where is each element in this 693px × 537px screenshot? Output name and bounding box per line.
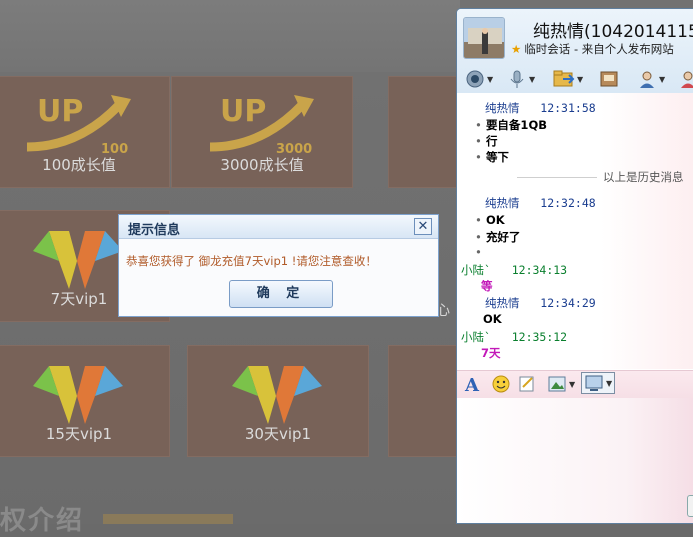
- card-3000-growth[interactable]: UP 3000 3000成长值: [171, 76, 353, 188]
- message-line: • 等下: [475, 150, 509, 164]
- font-button[interactable]: A: [463, 373, 483, 395]
- note-icon: [519, 376, 534, 392]
- message-time: 12:34:13: [511, 263, 568, 277]
- microphone-icon: [510, 70, 524, 88]
- message-text: 7天: [481, 346, 501, 360]
- video-call-button[interactable]: ▼: [465, 68, 493, 90]
- dialog-title: 提示信息: [128, 223, 181, 238]
- message-header: 纯热情 12:34:29: [485, 295, 596, 311]
- message-sender: 纯热情: [485, 196, 520, 210]
- message-header: 纯热情 12:31:58: [485, 100, 596, 116]
- message-header: 小陆` 12:34:13: [461, 262, 567, 278]
- card-art-text: UP: [37, 94, 83, 129]
- vip-diamond-icon: [232, 366, 322, 424]
- message-line: • 要自备1QB: [475, 118, 547, 132]
- svg-text:A: A: [464, 375, 480, 394]
- screen-capture-icon: [585, 375, 603, 391]
- alert-dialog: 提示信息 ✕ 恭喜您获得了 御龙充值7天vip1 !请您注意查收！ 确 定: [118, 214, 439, 317]
- message-text: 充好了: [485, 230, 521, 244]
- message-line: • 行: [475, 134, 498, 148]
- person-icon: [681, 71, 693, 88]
- send-file-button[interactable]: ▼: [553, 68, 583, 90]
- message-line: • OK: [475, 213, 505, 227]
- up-arrow-icon: UP 3000: [209, 94, 314, 157]
- message-text: 要自备1QB: [485, 118, 547, 132]
- card-30day-vip1[interactable]: 30天vip1: [187, 345, 369, 457]
- chat-window: 纯热情(1042014115 ★ 临时会话 - 来自个人发布网站 ▼ ▼ ▼ ▼…: [456, 8, 693, 524]
- card-15day-vip1[interactable]: 15天vip1: [0, 345, 170, 457]
- chevron-down-icon: ▼: [487, 74, 494, 84]
- contact-info-button[interactable]: ▼: [637, 68, 665, 90]
- window-icon: [600, 71, 618, 87]
- card-label: 30天vip1: [244, 425, 312, 443]
- up-arrow-icon: UP 100: [26, 94, 131, 157]
- chevron-down-icon: ▼: [529, 74, 536, 84]
- message-time: 12:35:12: [511, 330, 568, 344]
- dialog-message: 恭喜您获得了 御龙充值7天vip1 !请您注意查收！: [126, 254, 377, 268]
- app-button[interactable]: [599, 68, 619, 90]
- message-text: OK: [485, 213, 505, 227]
- chevron-down-icon: ▼: [569, 379, 576, 389]
- message-text: OK: [483, 312, 502, 326]
- message-text: 行: [485, 134, 498, 148]
- message-time: 12:31:58: [540, 101, 596, 115]
- contact-name: 纯热情(1042014115: [533, 22, 693, 42]
- history-divider: [517, 177, 597, 178]
- screenshot-button[interactable]: ▼: [581, 372, 616, 394]
- chat-toolbar: ▼ ▼ ▼ ▼: [457, 67, 693, 93]
- message-time: 12:34:29: [540, 296, 596, 310]
- message-text: 等: [481, 279, 493, 293]
- chat-subtitle-text: 临时会话 - 来自个人发布网站: [524, 42, 674, 56]
- card-100-growth[interactable]: UP 100 100成长值: [0, 76, 170, 188]
- message-header: 纯热情 12:32:48: [485, 195, 596, 211]
- star-icon: ★: [511, 42, 522, 56]
- background-topbar: [0, 0, 460, 72]
- chevron-down-icon: ▼: [606, 378, 613, 388]
- dialog-header: 提示信息 ✕: [119, 215, 438, 239]
- message-line: 等: [481, 278, 493, 294]
- chat-log[interactable]: 纯热情 12:31:58 • 要自备1QB • 行 • 等下 以上是历史消息 纯热情 …: [457, 93, 693, 369]
- image-button[interactable]: ▼: [547, 373, 575, 395]
- ok-button[interactable]: 确 定: [229, 280, 333, 308]
- chevron-down-icon: ▼: [577, 74, 584, 84]
- avatar-image: [464, 18, 504, 58]
- camera-icon: [466, 70, 484, 88]
- message-input[interactable]: [457, 398, 693, 523]
- message-sender: 小陆`: [461, 263, 491, 277]
- message-sender: 纯热情: [485, 296, 520, 310]
- background-footer-title: 权介绍: [0, 506, 85, 536]
- card-art-text: UP: [220, 94, 266, 129]
- magic-text-button[interactable]: [517, 373, 537, 395]
- message-line: OK: [483, 312, 502, 326]
- picture-icon: [548, 376, 566, 392]
- more-button[interactable]: [679, 68, 693, 90]
- background-footer-bar: [103, 514, 233, 524]
- send-button[interactable]: [687, 495, 693, 517]
- history-separator: 以上是历史消息: [603, 170, 684, 184]
- message-line: •: [475, 245, 482, 259]
- close-icon[interactable]: ✕: [414, 218, 432, 235]
- font-icon: A: [464, 375, 480, 394]
- folder-icon: [553, 70, 575, 87]
- chevron-down-icon: ▼: [659, 74, 666, 84]
- message-line: • 充好了: [475, 230, 521, 244]
- message-sender: 纯热情: [485, 101, 520, 115]
- card-label: 100成长值: [42, 156, 116, 174]
- voice-call-button[interactable]: ▼: [507, 68, 535, 90]
- card-label: 15天vip1: [45, 425, 113, 443]
- avatar[interactable]: [463, 17, 505, 59]
- vip-diamond-icon: [33, 366, 123, 424]
- input-toolbar: A ▼ ▼: [457, 370, 693, 398]
- message-header: 小陆` 12:35:12: [461, 329, 567, 345]
- message-line: 7天: [481, 345, 501, 361]
- message-text: 等下: [485, 150, 509, 164]
- message-time: 12:32:48: [540, 196, 596, 210]
- message-sender: 小陆`: [461, 330, 491, 344]
- chat-header: 纯热情(1042014115 ★ 临时会话 - 来自个人发布网站 ▼ ▼ ▼ ▼: [457, 9, 693, 93]
- smiley-icon: [492, 375, 510, 393]
- user-icon: [640, 71, 654, 88]
- card-label: 3000成长值: [220, 156, 304, 174]
- chat-subtitle: ★ 临时会话 - 来自个人发布网站: [511, 41, 674, 57]
- emoji-button[interactable]: [491, 373, 511, 395]
